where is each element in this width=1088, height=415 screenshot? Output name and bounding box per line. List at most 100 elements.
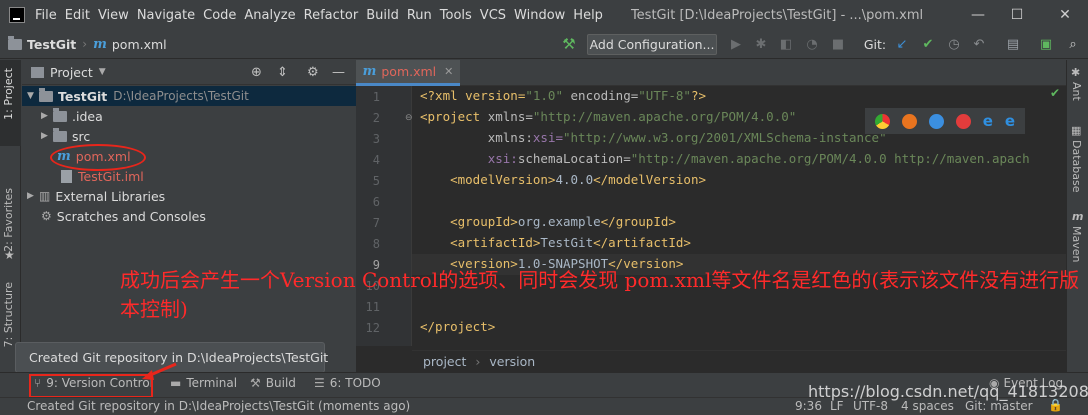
libraries-icon: ▥: [39, 189, 51, 203]
status-message[interactable]: Created Git repository in D:\IdeaProject…: [27, 399, 410, 413]
crumb-separator-icon: ›: [82, 37, 88, 51]
code-line-2: <project xmlns="http://maven.apache.org/…: [420, 109, 797, 124]
line-number: 8: [372, 237, 380, 251]
nav-crumb-file[interactable]: m pom.xml: [93, 37, 167, 52]
menu-build[interactable]: Build: [366, 8, 399, 23]
line-number: 5: [372, 174, 380, 188]
menu-navigate[interactable]: Navigate: [137, 8, 195, 23]
inspection-ok-icon[interactable]: ✔: [1050, 86, 1060, 100]
annotation-ellipse: [50, 144, 146, 171]
menu-refactor[interactable]: Refactor: [304, 8, 359, 23]
debug-icon[interactable]: ✱: [753, 34, 769, 54]
status-git-branch[interactable]: Git: master: [965, 399, 1033, 413]
nav-project-label: TestGit: [27, 36, 77, 52]
git-history-icon[interactable]: ◷: [946, 34, 962, 54]
code-line-7: <groupId>org.example</groupId>: [420, 214, 676, 229]
fold-marker-icon[interactable]: ⊖: [405, 113, 413, 123]
stop-icon[interactable]: ■: [830, 34, 846, 54]
menu-code[interactable]: Code: [203, 8, 236, 23]
maven-icon: m: [93, 36, 107, 52]
coverage-icon[interactable]: ◧: [778, 34, 794, 54]
intellij-logo-icon: [9, 7, 25, 23]
project-structure-icon[interactable]: ▤: [1005, 34, 1021, 54]
tree-row-root[interactable]: ▼ TestGit D:\IdeaProjects\TestGit: [22, 86, 356, 106]
breadcrumb-project[interactable]: project: [423, 354, 466, 369]
tree-label: External Libraries: [55, 188, 166, 204]
window-title: TestGit [D:\IdeaProjects\TestGit] - ...\…: [630, 7, 924, 23]
build-icon: ⚒: [250, 376, 261, 390]
iml-file-icon: [61, 169, 72, 183]
menu-vcs[interactable]: VCS: [480, 8, 506, 23]
minimize-icon[interactable]: —: [957, 0, 999, 30]
tree-row-scratches[interactable]: ⚙ Scratches and Consoles: [22, 206, 356, 226]
edge-icon[interactable]: e: [1005, 112, 1015, 130]
terminal-toolbar-icon[interactable]: ▣: [1037, 34, 1055, 54]
line-number: 7: [372, 216, 380, 230]
close-tab-icon[interactable]: ✕: [444, 65, 453, 78]
stripe-tab-database[interactable]: Database: [1070, 140, 1083, 193]
search-everywhere-icon[interactable]: ⌕: [1064, 34, 1082, 54]
git-rollback-icon[interactable]: ↶: [971, 34, 987, 54]
git-commit-icon[interactable]: ✔: [920, 34, 936, 54]
git-label: Git:: [863, 36, 887, 52]
stripe-tab-structure[interactable]: 7: Structure: [2, 282, 15, 347]
tree-label: TestGit: [58, 88, 108, 104]
menu-file[interactable]: File: [35, 8, 57, 23]
status-caret-position[interactable]: 9:36: [795, 399, 822, 413]
menu-tools[interactable]: Tools: [440, 8, 472, 23]
profile-icon[interactable]: ◔: [804, 34, 820, 54]
run-icon[interactable]: ▶: [728, 34, 744, 54]
firefox-icon[interactable]: [901, 113, 917, 129]
chrome-icon[interactable]: [874, 113, 890, 129]
menu-run[interactable]: Run: [407, 8, 432, 23]
tree-row-idea[interactable]: ▶ .idea: [22, 106, 356, 126]
git-update-icon[interactable]: ↙: [894, 34, 910, 54]
stripe-tab-favorites[interactable]: 2: Favorites: [2, 188, 15, 252]
project-panel-header: Project ▼ ⊕ ⇕ ⚙ —: [22, 60, 356, 85]
hide-panel-icon[interactable]: —: [332, 65, 345, 80]
tree-row-src[interactable]: ▶ src: [22, 126, 356, 146]
menu-help[interactable]: Help: [573, 8, 603, 23]
status-indent[interactable]: 4 spaces: [901, 399, 954, 413]
todo-icon: ☰: [314, 376, 325, 390]
maven-tab-icon: m: [362, 64, 377, 79]
project-view-title[interactable]: Project: [50, 65, 93, 80]
collapsed-arrow-icon: ▶: [41, 131, 48, 141]
breadcrumb-version[interactable]: version: [489, 354, 535, 369]
editor-breadcrumb: project › version: [412, 350, 1066, 372]
nav-crumb-project[interactable]: TestGit: [8, 35, 77, 52]
status-encoding[interactable]: UTF-8: [853, 399, 888, 413]
tree-row-external-libraries[interactable]: ▶ ▥ External Libraries: [22, 186, 356, 206]
menu-edit[interactable]: Edit: [65, 8, 90, 23]
line-number: 1: [372, 90, 380, 104]
module-folder-icon: [39, 87, 53, 102]
build-hammer-icon[interactable]: ⚒: [560, 34, 578, 54]
locate-file-icon[interactable]: ⊕: [251, 65, 262, 80]
right-tool-stripe: ✱ Ant ▦ Database m Maven: [1066, 60, 1088, 372]
stripe-tab-project[interactable]: 1: Project: [2, 68, 15, 120]
menu-window[interactable]: Window: [514, 8, 565, 23]
menu-analyze[interactable]: Analyze: [244, 8, 295, 23]
ant-icon: ✱: [1071, 66, 1081, 79]
settings-gear-icon[interactable]: ⚙: [307, 65, 319, 80]
code-line-8: <artifactId>TestGit</artifactId>: [420, 235, 691, 250]
safari-icon[interactable]: [928, 113, 944, 129]
close-icon[interactable]: ✕: [1044, 0, 1086, 30]
editor-tab-pom[interactable]: m pom.xml ✕: [356, 60, 460, 86]
tool-window-build[interactable]: ⚒ Build: [250, 376, 296, 390]
menu-view[interactable]: View: [98, 8, 129, 23]
left-tool-stripe: 1: Project 2: Favorites ★ 7: Structure: [0, 60, 21, 372]
database-icon: ▦: [1071, 124, 1082, 137]
stripe-tab-maven[interactable]: Maven: [1070, 226, 1083, 262]
status-line-separator[interactable]: LF: [830, 399, 844, 413]
stripe-tab-ant[interactable]: Ant: [1070, 82, 1083, 101]
tool-window-terminal[interactable]: ▬ Terminal: [170, 376, 237, 390]
code-line-5: <modelVersion>4.0.0</modelVersion>: [420, 172, 706, 187]
ie-icon[interactable]: e: [983, 112, 993, 130]
tool-window-todo[interactable]: ☰ 6: TODO: [314, 376, 381, 390]
maximize-icon[interactable]: ☐: [996, 0, 1038, 30]
expand-all-icon[interactable]: ⇕: [277, 65, 288, 80]
add-configuration-button[interactable]: Add Configuration...: [587, 34, 717, 55]
opera-icon[interactable]: [955, 113, 971, 129]
project-view-dropdown-icon[interactable]: ▼: [99, 67, 106, 77]
